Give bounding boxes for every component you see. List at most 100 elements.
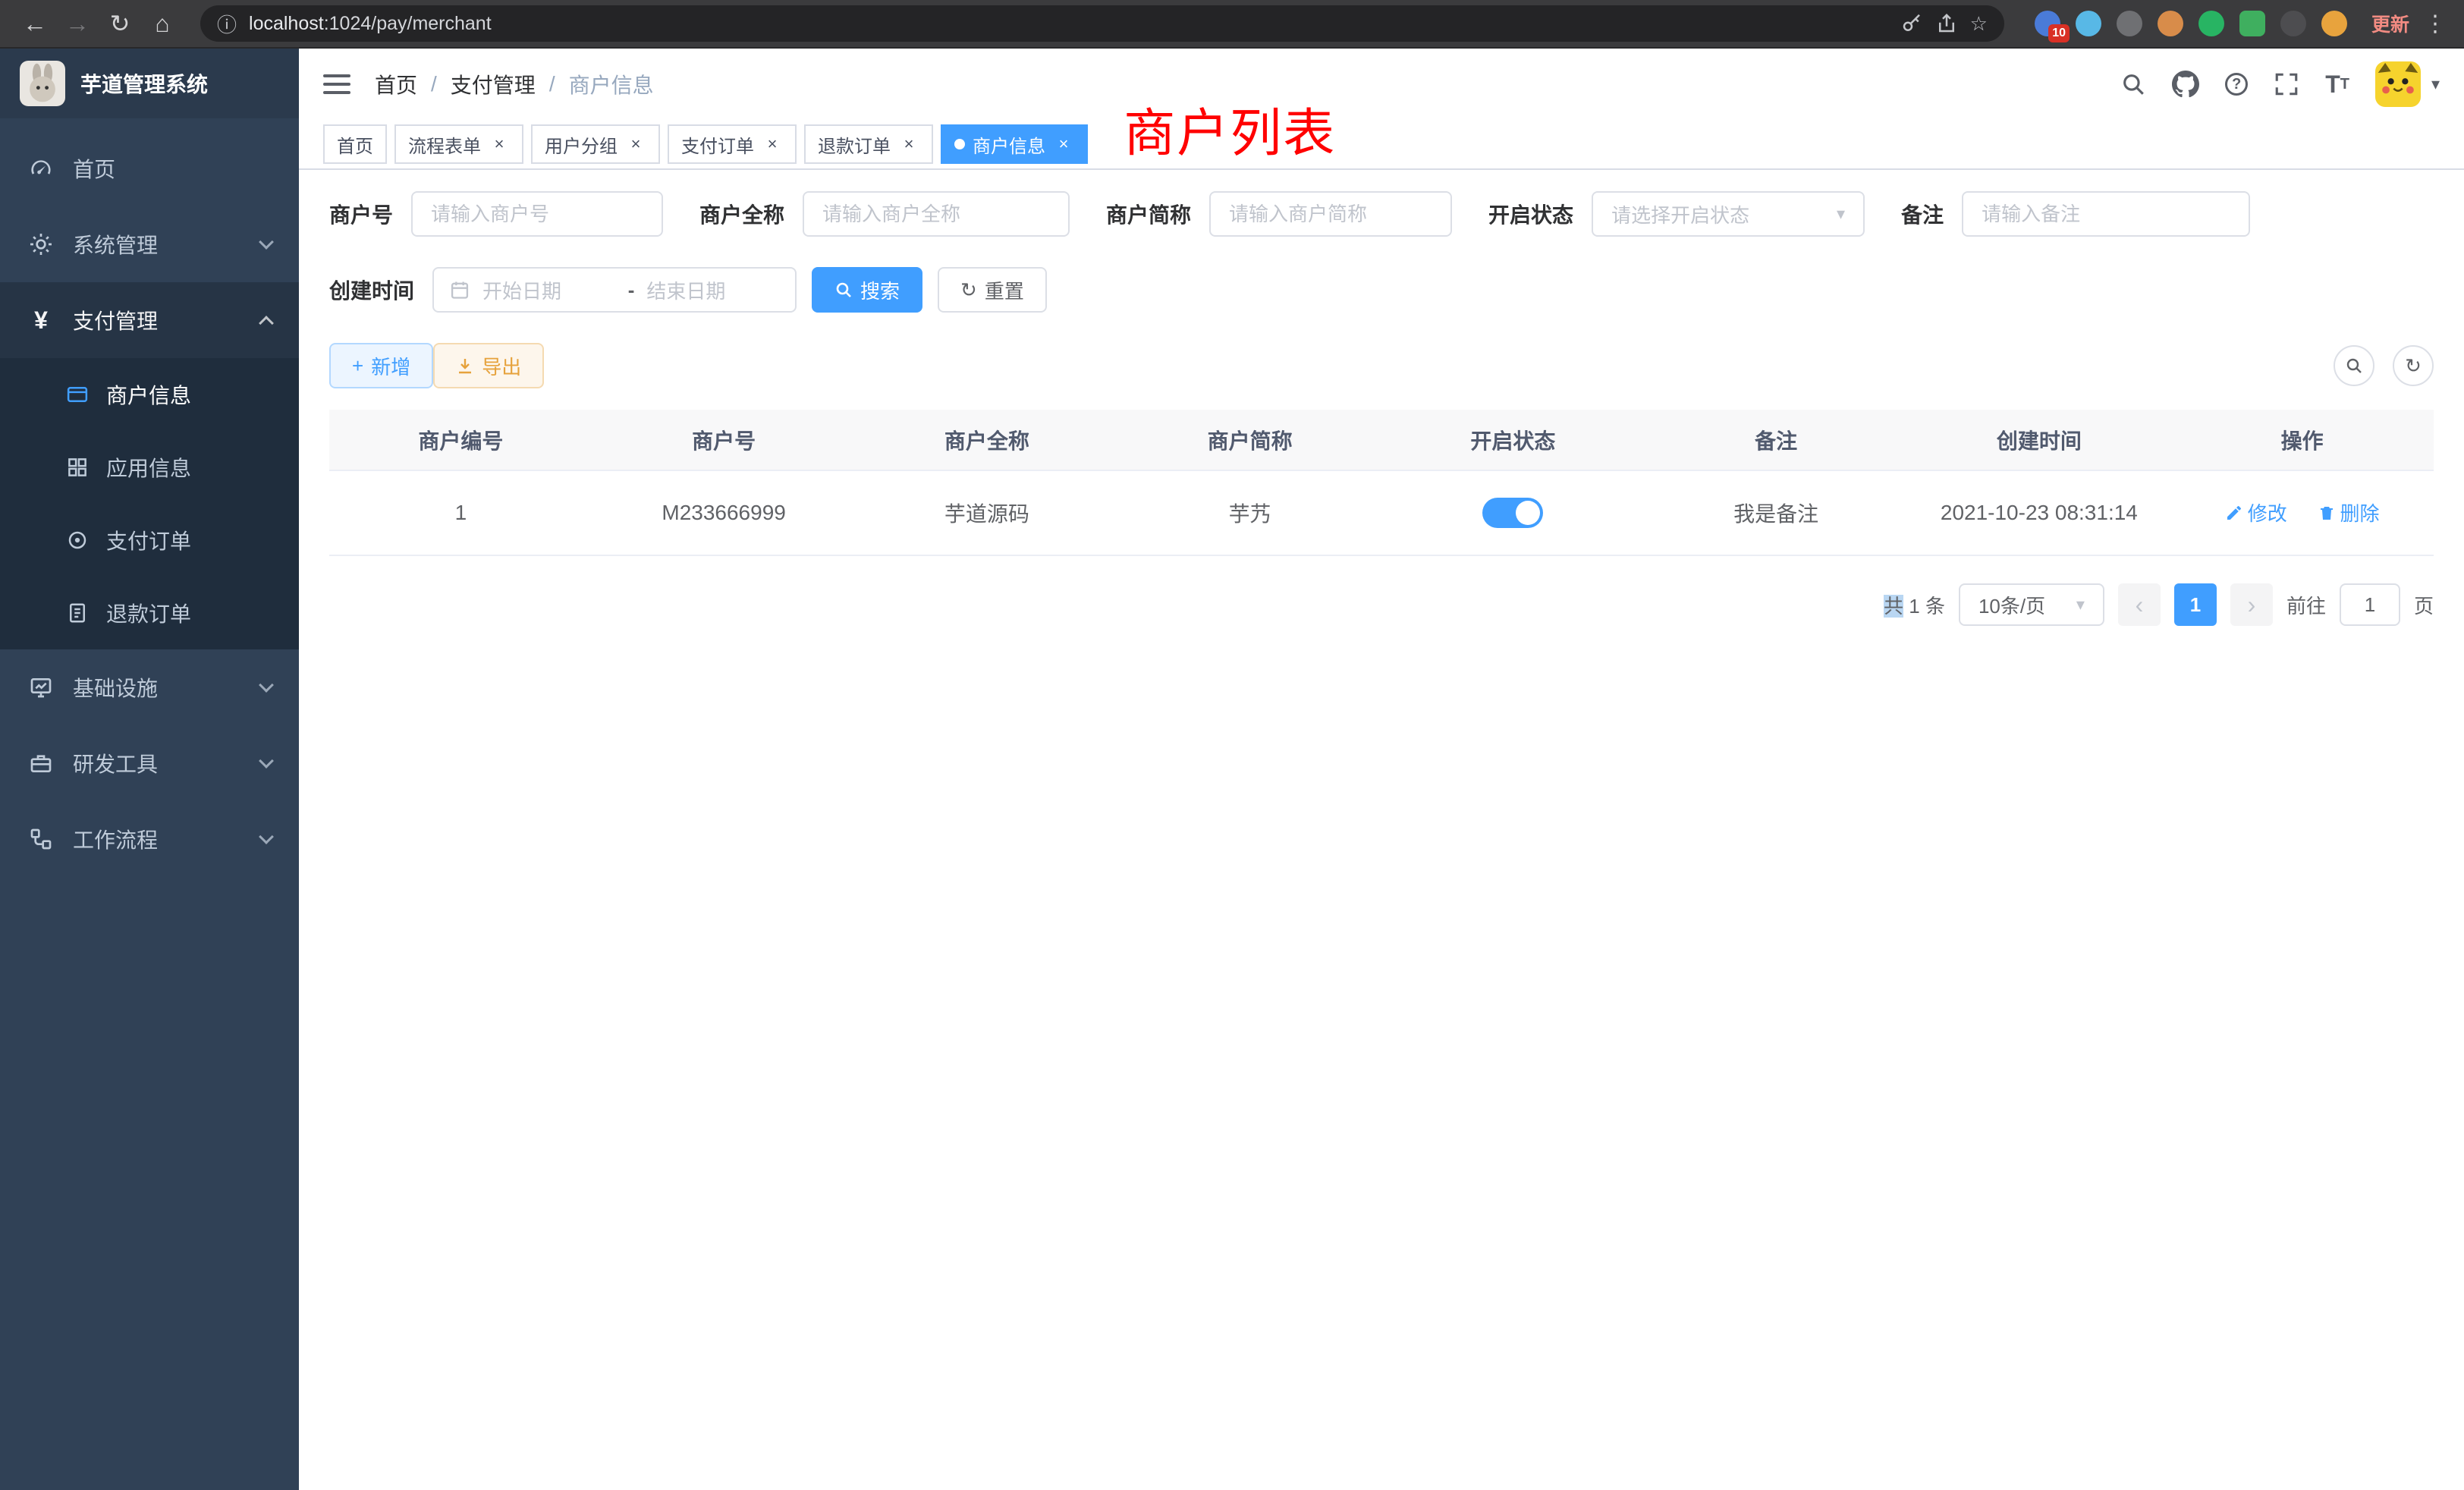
merchant-table: 商户编号 商户号 商户全称 商户简称 开启状态 备注 创建时间 操作 1 <box>329 410 2434 556</box>
pencil-icon <box>2225 504 2243 522</box>
sidebar-item-payment[interactable]: ¥ 支付管理 <box>0 282 299 358</box>
tab-refund-order[interactable]: 退款订单× <box>804 124 933 164</box>
tab-process-form[interactable]: 流程表单× <box>394 124 523 164</box>
breadcrumb-separator: / <box>431 72 437 96</box>
chrome-update-button[interactable]: 更新 <box>2371 10 2409 37</box>
sidebar-item-label: 工作流程 <box>73 824 158 854</box>
reset-button[interactable]: ↻ 重置 <box>938 267 1047 313</box>
credit-card-icon <box>64 383 91 406</box>
bookmark-star-icon[interactable]: ☆ <box>1970 12 1988 36</box>
sidebar-item-home[interactable]: 首页 <box>0 130 299 206</box>
close-icon[interactable]: × <box>625 134 646 155</box>
close-icon[interactable]: × <box>1053 134 1074 155</box>
annotation-merchant-list: 商户列表 <box>1124 91 1336 166</box>
extension-icon[interactable]: 10 <box>2035 11 2060 36</box>
sidebar-item-dev-tools[interactable]: 研发工具 <box>0 725 299 801</box>
help-icon[interactable]: ? <box>2225 73 2248 96</box>
sidebar-item-system[interactable]: 系统管理 <box>0 206 299 282</box>
full-name-input[interactable] <box>803 191 1070 237</box>
tab-merchant-info[interactable]: 商户信息× <box>941 124 1088 164</box>
hamburger-menu-button[interactable] <box>323 74 350 94</box>
sidebar-item-workflow[interactable]: 工作流程 <box>0 801 299 877</box>
search-icon[interactable] <box>2120 71 2146 97</box>
cell-status <box>1381 470 1645 555</box>
font-size-icon[interactable]: TT <box>2325 72 2349 96</box>
target-icon <box>64 529 91 552</box>
extension-icon[interactable] <box>2198 11 2224 36</box>
status-select[interactable]: 请选择开启状态 ▾ <box>1592 191 1865 237</box>
prev-page-button[interactable]: ‹ <box>2118 583 2161 626</box>
next-page-button[interactable]: › <box>2230 583 2273 626</box>
app-logo[interactable]: 芋道管理系统 <box>0 49 299 118</box>
breadcrumb-separator: / <box>549 72 555 96</box>
col-merchant-id: 商户编号 <box>329 410 592 470</box>
remark-input[interactable] <box>1962 191 2250 237</box>
fullscreen-icon[interactable] <box>2274 71 2299 97</box>
browser-reload-button[interactable]: ↻ <box>100 4 140 43</box>
browser-menu-button[interactable]: ⋮ <box>2422 11 2449 37</box>
export-button[interactable]: 导出 <box>433 343 544 388</box>
search-toggle-button[interactable] <box>2334 345 2374 386</box>
sidebar-menu: 首页 系统管理 ¥ 支付管理 <box>0 118 299 877</box>
delete-button[interactable]: 删除 <box>2318 498 2380 527</box>
extension-icon[interactable] <box>2076 11 2101 36</box>
extension-icon[interactable] <box>2239 11 2265 36</box>
create-time-range-picker[interactable]: 开始日期 - 结束日期 <box>432 267 797 313</box>
breadcrumb-payment[interactable]: 支付管理 <box>451 69 536 99</box>
merchant-no-input[interactable] <box>411 191 663 237</box>
extension-icon[interactable] <box>2117 11 2142 36</box>
sidebar-item-pay-order[interactable]: 支付订单 <box>0 504 299 577</box>
tab-pay-order[interactable]: 支付订单× <box>668 124 797 164</box>
goto-label: 前往 <box>2286 591 2326 619</box>
sidebar-item-label: 应用信息 <box>106 452 191 483</box>
close-icon[interactable]: × <box>489 134 510 155</box>
edit-button[interactable]: 修改 <box>2225 498 2287 527</box>
cell-merchant-id: 1 <box>329 470 592 555</box>
page-size-select[interactable]: 10条/页 ▾ <box>1959 583 2104 626</box>
navbar: 首页 / 支付管理 / 商户信息 ? <box>299 49 2464 120</box>
merchant-no-label: 商户号 <box>329 199 393 229</box>
calendar-icon <box>449 279 470 300</box>
browser-back-button[interactable]: ← <box>15 4 55 43</box>
search-button[interactable]: 搜索 <box>812 267 922 313</box>
close-icon[interactable]: × <box>762 134 783 155</box>
col-remark: 备注 <box>1645 410 1908 470</box>
share-icon[interactable] <box>1935 12 1958 35</box>
cell-merchant-no: M233666999 <box>592 470 856 555</box>
col-status: 开启状态 <box>1381 410 1645 470</box>
site-info-icon[interactable]: ⓘ <box>217 10 237 38</box>
breadcrumb-home[interactable]: 首页 <box>375 69 417 99</box>
close-icon[interactable]: × <box>898 134 919 155</box>
status-toggle[interactable] <box>1482 498 1543 528</box>
pagination: 共 1 条 10条/页 ▾ ‹ 1 › 前往 页 <box>329 583 2434 626</box>
browser-home-button[interactable]: ⌂ <box>143 4 182 43</box>
short-name-input[interactable] <box>1209 191 1452 237</box>
extension-icon[interactable] <box>2280 11 2306 36</box>
cell-remark: 我是备注 <box>1645 470 1908 555</box>
extension-icon[interactable] <box>2158 11 2183 36</box>
page-1-button[interactable]: 1 <box>2174 583 2217 626</box>
browser-forward-button[interactable]: → <box>58 4 97 43</box>
tab-user-group[interactable]: 用户分组× <box>531 124 660 164</box>
sidebar: 芋道管理系统 首页 系统管理 ¥ <box>0 49 299 1490</box>
sidebar-item-merchant-info[interactable]: 商户信息 <box>0 358 299 431</box>
create-time-label: 创建时间 <box>329 275 414 305</box>
sidebar-item-infrastructure[interactable]: 基础设施 <box>0 649 299 725</box>
remark-label: 备注 <box>1901 199 1944 229</box>
github-icon[interactable] <box>2172 71 2199 98</box>
filter-row-2: 创建时间 开始日期 - 结束日期 搜索 ↻ <box>329 267 2434 313</box>
sidebar-item-app-info[interactable]: 应用信息 <box>0 431 299 504</box>
password-key-icon[interactable] <box>1900 12 1923 35</box>
refresh-button[interactable]: ↻ <box>2393 345 2434 386</box>
dashboard-icon <box>27 156 55 181</box>
user-menu[interactable]: ▾ <box>2375 61 2440 107</box>
tab-home[interactable]: 首页 <box>323 124 387 164</box>
chevron-up-icon <box>259 316 274 331</box>
add-button[interactable]: + 新增 <box>329 343 433 388</box>
trash-icon <box>2318 504 2336 522</box>
sidebar-item-refund-order[interactable]: 退款订单 <box>0 577 299 649</box>
address-bar[interactable]: ⓘ localhost:1024/pay/merchant ☆ <box>200 5 2004 42</box>
browser-profile-avatar[interactable] <box>2321 11 2347 36</box>
browser-toolbar: ← → ↻ ⌂ ⓘ localhost:1024/pay/merchant ☆ … <box>0 0 2464 49</box>
goto-page-input[interactable] <box>2340 583 2400 626</box>
